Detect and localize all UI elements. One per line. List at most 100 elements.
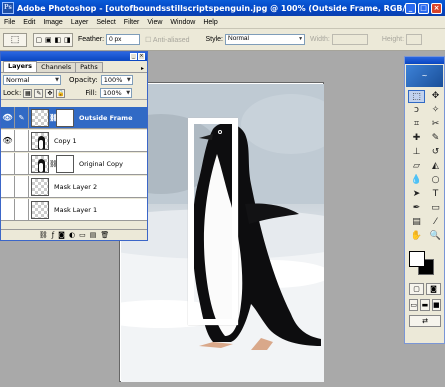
anti-aliased-label: Anti-aliased: [152, 36, 190, 44]
intersect-selection-icon[interactable]: ◨: [64, 36, 71, 44]
layer-row-copy-1[interactable]: 👁 Copy 1: [1, 129, 147, 152]
layer-row-original-copy[interactable]: ⛓ Original Copy: [1, 152, 147, 175]
menu-window[interactable]: Window: [166, 19, 199, 26]
delete-layer-icon[interactable]: 🗑: [100, 231, 109, 240]
standard-mode-icon[interactable]: ▢: [409, 283, 424, 295]
eraser-tool-icon[interactable]: ▱: [408, 160, 425, 173]
path-selection-tool-icon[interactable]: ➤: [408, 188, 425, 201]
tool-grid: ⬚ ✥ ↄ ✧ ⌗ ✂ ✚ ✎ ⊥ ↺ ▱ ◭ 💧 ○ ➤ T ✒ ▭ ▤ ⁄ …: [405, 88, 444, 243]
menu-edit[interactable]: Edit: [19, 19, 39, 26]
layer-style-icon[interactable]: ƒ: [52, 231, 54, 240]
new-group-icon[interactable]: ▭: [79, 231, 86, 240]
panel-close-button[interactable]: ×: [138, 53, 145, 60]
tab-channels[interactable]: Channels: [36, 62, 77, 72]
visibility-empty[interactable]: [1, 152, 15, 175]
zoom-tool-icon[interactable]: 🔍: [427, 230, 444, 243]
lock-pixels-icon[interactable]: ✎: [34, 88, 44, 98]
outside-frame-border: [188, 118, 238, 325]
eyedropper-tool-icon[interactable]: ⁄: [427, 216, 444, 229]
visibility-empty[interactable]: [1, 175, 15, 198]
panel-minimize-button[interactable]: _: [130, 53, 137, 60]
close-button[interactable]: ×: [431, 2, 442, 14]
feather-input[interactable]: 0 px: [106, 34, 141, 45]
type-tool-icon[interactable]: T: [427, 188, 444, 201]
brush-tool-icon[interactable]: ✎: [427, 132, 444, 145]
layer-row-outside-frame[interactable]: 👁 ✎ ⛓ Outside Frame: [1, 106, 147, 129]
foreground-color-swatch[interactable]: [409, 251, 425, 267]
hand-tool-icon[interactable]: ✋: [408, 230, 425, 243]
maximize-button[interactable]: □: [418, 2, 429, 14]
tab-layers[interactable]: Layers: [3, 61, 38, 72]
add-selection-icon[interactable]: ▣: [45, 36, 52, 44]
menu-filter[interactable]: Filter: [120, 19, 144, 26]
add-mask-icon[interactable]: ◙: [58, 231, 65, 240]
tab-paths[interactable]: Paths: [75, 62, 103, 72]
blur-tool-icon[interactable]: 💧: [408, 174, 425, 187]
lock-transparency-icon[interactable]: ▦: [23, 88, 33, 98]
blend-mode-select[interactable]: Normal: [3, 75, 61, 85]
history-brush-tool-icon[interactable]: ↺: [427, 146, 444, 159]
menu-file[interactable]: File: [0, 19, 19, 26]
layer-name: Original Copy: [79, 159, 123, 168]
menu-view[interactable]: View: [143, 19, 166, 26]
visibility-eye-icon[interactable]: 👁: [1, 106, 15, 129]
new-layer-icon[interactable]: ▤: [90, 231, 97, 240]
screen-mode-full-menu-icon[interactable]: ▬: [420, 299, 430, 311]
dodge-tool-icon[interactable]: ○: [427, 174, 444, 187]
shape-tool-icon[interactable]: ▭: [427, 202, 444, 215]
selection-mode-buttons[interactable]: ▢ ▣ ◧ ◨: [33, 32, 73, 47]
screen-mode-full-icon[interactable]: ■: [431, 299, 441, 311]
slice-tool-icon[interactable]: ✂: [427, 118, 444, 131]
pen-tool-icon[interactable]: ✒: [408, 202, 425, 215]
visibility-empty[interactable]: [1, 198, 15, 221]
clone-stamp-tool-icon[interactable]: ⊥: [408, 146, 425, 159]
layer-row-mask-layer-2[interactable]: Mask Layer 2: [1, 175, 147, 198]
opacity-label: Opacity:: [69, 76, 98, 84]
menu-layer[interactable]: Layer: [67, 19, 93, 26]
link-layers-icon[interactable]: ⛓: [39, 231, 48, 240]
link-empty[interactable]: [15, 198, 29, 221]
lock-position-icon[interactable]: ✥: [45, 88, 55, 98]
quick-mask-mode-icon[interactable]: ◙: [426, 283, 441, 295]
menu-help[interactable]: Help: [199, 19, 221, 26]
height-input[interactable]: [406, 34, 423, 45]
adjustment-layer-icon[interactable]: ◐: [69, 231, 75, 240]
notes-tool-icon[interactable]: ▤: [408, 216, 425, 229]
screen-mode-standard-icon[interactable]: ▭: [409, 299, 419, 311]
link-empty[interactable]: [15, 129, 29, 152]
fill-input[interactable]: 100%: [100, 88, 133, 98]
new-selection-icon[interactable]: ▢: [35, 36, 42, 44]
visibility-eye-icon[interactable]: 👁: [1, 129, 15, 152]
mask-link-icon[interactable]: ⛓: [49, 114, 58, 122]
link-empty[interactable]: [15, 175, 29, 198]
rectangular-marquee-tool-icon[interactable]: ⬚: [408, 90, 425, 103]
healing-brush-tool-icon[interactable]: ✚: [408, 132, 425, 145]
opacity-input[interactable]: 100%: [100, 75, 133, 85]
crop-tool-icon[interactable]: ⌗: [408, 118, 425, 131]
mask-link-icon[interactable]: ⛓: [49, 160, 58, 168]
width-input[interactable]: [331, 34, 368, 45]
photoshop-feather-logo[interactable]: ~: [406, 65, 443, 87]
jump-to-button-row: ⇄: [405, 311, 444, 327]
brush-icon[interactable]: ✎: [15, 106, 29, 129]
layer-mask-thumbnail: [56, 154, 74, 173]
photoshop-app-icon: Ps: [2, 2, 14, 14]
panel-menu-arrow-icon[interactable]: ▸: [141, 65, 144, 72]
anti-aliased-checkbox[interactable]: ☐ Anti-aliased: [145, 36, 189, 44]
lasso-tool-icon[interactable]: ↄ: [408, 104, 425, 117]
rectangular-marquee-preset-icon[interactable]: ⬚: [3, 32, 27, 47]
jump-to-imageready-icon[interactable]: ⇄: [409, 315, 441, 327]
layer-row-mask-layer-1[interactable]: Mask Layer 1: [1, 198, 147, 221]
magic-wand-tool-icon[interactable]: ✧: [427, 104, 444, 117]
move-tool-icon[interactable]: ✥: [427, 90, 444, 103]
menu-image[interactable]: Image: [39, 19, 66, 26]
lock-all-icon[interactable]: 🔒: [56, 88, 66, 98]
menu-select[interactable]: Select: [92, 19, 119, 26]
link-empty[interactable]: [15, 152, 29, 175]
layer-thumbnail: [31, 177, 49, 196]
subtract-selection-icon[interactable]: ◧: [54, 36, 61, 44]
style-select[interactable]: Normal: [225, 34, 306, 45]
minimize-button[interactable]: _: [405, 2, 416, 14]
paint-bucket-tool-icon[interactable]: ◭: [427, 160, 444, 173]
document-window[interactable]: [119, 82, 324, 382]
